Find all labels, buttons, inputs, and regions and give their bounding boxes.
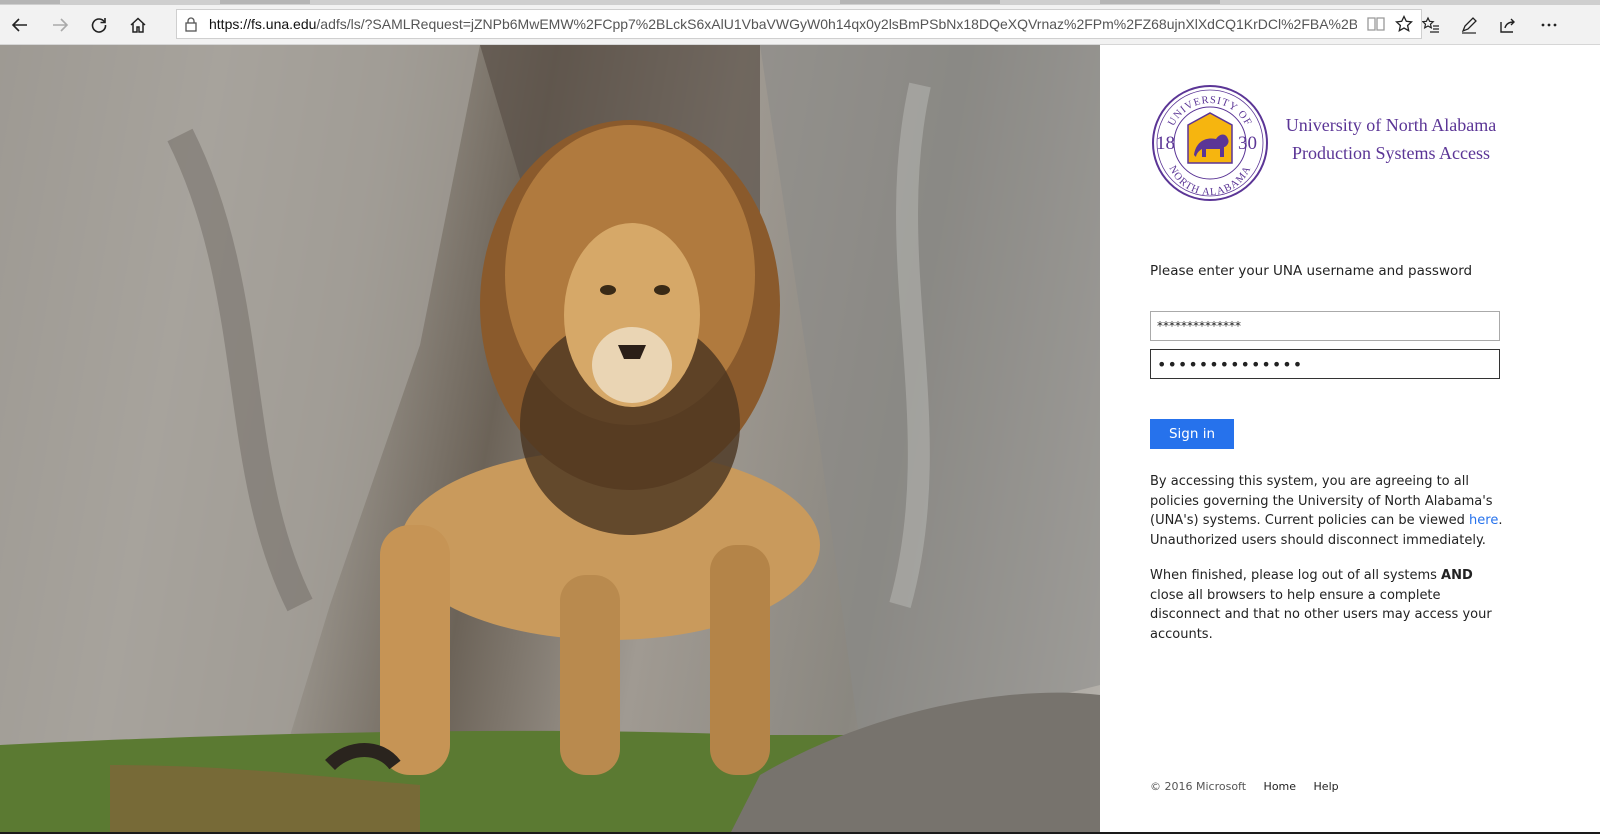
org-heading-line1: University of North Alabama <box>1285 115 1497 135</box>
share-icon <box>1500 18 1515 33</box>
login-prompt: Please enter your UNA username and passw… <box>1150 263 1473 279</box>
footer-help-link[interactable]: Help <box>1314 780 1339 793</box>
copyright-text: © 2016 Microsoft <box>1150 780 1247 793</box>
logout-notice: When finished, please log out of all sys… <box>1150 568 1492 642</box>
sign-in-button[interactable]: Sign in <box>1150 419 1234 449</box>
tab[interactable] <box>1100 0 1220 4</box>
lion-illustration <box>0 45 1100 834</box>
footer: © 2016 Microsoft Home Help <box>1150 780 1353 793</box>
browser-toolbar: https://fs.una.edu/adfs/ls/?SAMLRequest=… <box>0 5 1600 45</box>
sign-in-panel: 18 30 UNIVERSITY OF NORTH ALABAMA Univer… <box>1100 45 1600 834</box>
logo-year-left: 18 <box>1156 133 1175 154</box>
footer-home-link[interactable]: Home <box>1264 780 1296 793</box>
back-icon <box>11 18 27 32</box>
refresh-button[interactable] <box>83 9 115 41</box>
reading-view-icon[interactable] <box>1367 16 1385 32</box>
notes-button[interactable] <box>1453 9 1485 41</box>
back-button[interactable] <box>4 9 36 41</box>
lion-hero-image <box>0 45 1100 834</box>
una-seal-logo: 18 30 UNIVERSITY OF NORTH ALABAMA <box>1152 85 1268 201</box>
org-heading-line2: Production Systems Access <box>1292 143 1490 163</box>
tab[interactable] <box>840 0 1000 4</box>
logo-year-right: 30 <box>1238 133 1257 154</box>
username-field[interactable] <box>1150 311 1500 341</box>
more-icon <box>1541 23 1557 27</box>
more-button[interactable] <box>1533 9 1565 41</box>
address-bar[interactable]: https://fs.una.edu/adfs/ls/?SAMLRequest=… <box>176 9 1422 39</box>
home-button[interactable] <box>122 9 154 41</box>
favorite-star-icon[interactable] <box>1395 15 1413 33</box>
password-field[interactable] <box>1150 349 1500 379</box>
policy-notice: By accessing this system, you are agreei… <box>1150 474 1503 548</box>
pen-icon <box>1461 17 1477 34</box>
favorites-hub-button[interactable] <box>1415 9 1447 41</box>
url-text[interactable]: https://fs.una.edu/adfs/ls/?SAMLRequest=… <box>209 10 1357 38</box>
share-button[interactable] <box>1492 9 1524 41</box>
forward-icon <box>53 18 69 32</box>
forward-button[interactable] <box>44 9 76 41</box>
lock-icon <box>185 17 197 32</box>
tab[interactable] <box>0 0 60 4</box>
org-heading: University of North Alabama Production S… <box>1276 111 1506 167</box>
policies-link[interactable]: here <box>1469 513 1498 528</box>
home-icon <box>130 17 146 33</box>
favorites-hub-icon <box>1422 16 1439 33</box>
refresh-icon <box>91 18 107 33</box>
tab[interactable] <box>220 0 310 4</box>
